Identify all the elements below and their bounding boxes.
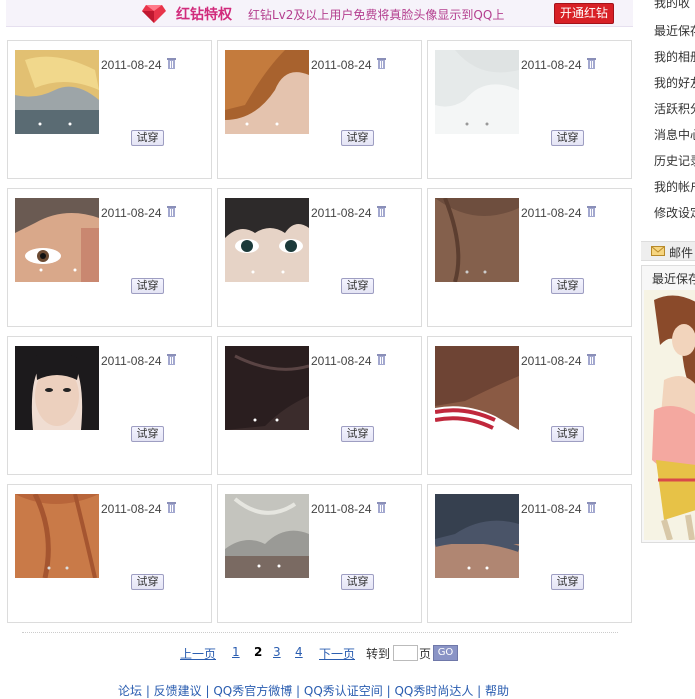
trash-icon[interactable] — [376, 353, 387, 365]
trash-icon[interactable] — [376, 501, 387, 513]
trash-icon[interactable] — [166, 205, 177, 217]
try-on-button[interactable]: 试穿 — [551, 426, 584, 442]
banner-title: 红钻特权 — [176, 7, 232, 23]
try-on-button[interactable]: 试穿 — [341, 130, 374, 146]
trash-icon[interactable] — [586, 57, 597, 69]
red-diamond-banner: 红钻特权 红钻Lv2及以上用户免费将真脸头像显示到QQ上 开通红钻 — [6, 0, 633, 27]
trash-icon[interactable] — [166, 501, 177, 513]
save-date: 2011-08-24 — [101, 58, 162, 72]
avatar-card: 2011-08-24 试穿 — [7, 188, 212, 327]
avatar-card: 2011-08-24 试穿 — [427, 188, 632, 327]
save-date: 2011-08-24 — [101, 354, 162, 368]
trash-icon[interactable] — [586, 353, 597, 365]
try-on-button[interactable]: 试穿 — [551, 130, 584, 146]
trash-icon[interactable] — [586, 205, 597, 217]
divider — [22, 632, 618, 633]
page-link-3[interactable]: 3 — [273, 645, 281, 659]
try-on-button[interactable]: 试穿 — [551, 574, 584, 590]
page-link-1[interactable]: 1 — [232, 645, 240, 659]
avatar-card: 2011-08-24 试穿 — [427, 484, 632, 623]
page-unit-label: 页 — [419, 647, 432, 661]
trash-icon[interactable] — [586, 501, 597, 513]
save-date: 2011-08-24 — [521, 502, 582, 516]
sidebar-link-settings[interactable]: 修改设定 — [654, 204, 695, 221]
sidebar-link-recent[interactable]: 最近保存 — [654, 22, 695, 39]
avatar-thumbnail[interactable] — [225, 346, 309, 430]
avatar-card: 2011-08-24 试穿 — [217, 336, 422, 475]
save-date: 2011-08-24 — [311, 58, 372, 72]
save-date: 2011-08-24 — [101, 206, 162, 220]
avatar-card: 2011-08-24 试穿 — [427, 336, 632, 475]
try-on-button[interactable]: 试穿 — [131, 130, 164, 146]
sidebar-link-friends[interactable]: 我的好友 — [654, 74, 695, 91]
avatar-card: 2011-08-24 试穿 — [7, 484, 212, 623]
open-red-diamond-button[interactable]: 开通红钻 — [554, 3, 614, 24]
avatar-card: 2011-08-24 试穿 — [217, 484, 422, 623]
try-on-button[interactable]: 试穿 — [341, 278, 374, 294]
trash-icon[interactable] — [376, 205, 387, 217]
avatar-thumbnail[interactable] — [435, 346, 519, 430]
banner-description: 红钻Lv2及以上用户免费将真脸头像显示到QQ上 — [248, 8, 505, 22]
recent-saved-label: 最近保存 — [652, 272, 695, 286]
avatar-preview-image — [644, 290, 695, 540]
trash-icon[interactable] — [166, 353, 177, 365]
go-button[interactable]: GO — [433, 645, 458, 661]
trash-icon[interactable] — [166, 57, 177, 69]
sidebar-link-favorites[interactable]: 我的收 — [654, 0, 690, 11]
sidebar-link-messages[interactable]: 消息中心 — [654, 126, 695, 143]
avatar-thumbnail[interactable] — [225, 494, 309, 578]
save-date: 2011-08-24 — [101, 502, 162, 516]
avatar-thumbnail[interactable] — [435, 494, 519, 578]
current-page: 2 — [254, 645, 263, 659]
avatar-card: 2011-08-24 试穿 — [217, 188, 422, 327]
save-date: 2011-08-24 — [311, 206, 372, 220]
avatar-thumbnail[interactable] — [225, 50, 309, 134]
try-on-button[interactable]: 试穿 — [131, 278, 164, 294]
avatar-card: 2011-08-24 试穿 — [217, 40, 422, 179]
sidebar-link-album[interactable]: 我的相册 — [654, 48, 695, 65]
footer-links[interactable]: 论坛 | 反馈建议 | QQ秀官方微博 | QQ秀认证空间 | QQ秀时尚达人 … — [118, 682, 509, 699]
right-sidebar: 我的收 最近保存 我的相册 我的好友 活跃积分 消息中心 历史记录 我的帐户 修… — [641, 0, 695, 689]
try-on-button[interactable]: 试穿 — [131, 426, 164, 442]
avatar-thumbnail[interactable] — [15, 198, 99, 282]
save-date: 2011-08-24 — [521, 354, 582, 368]
goto-label: 转到 — [366, 647, 391, 661]
avatar-card: 2011-08-24 试穿 — [427, 40, 632, 179]
mail-icon — [651, 246, 665, 256]
avatar-thumbnail[interactable] — [225, 198, 309, 282]
avatar-card: 2011-08-24 试穿 — [7, 336, 212, 475]
sidebar-link-history[interactable]: 历史记录 — [654, 152, 695, 169]
avatar-thumbnail[interactable] — [15, 494, 99, 578]
avatar-thumbnail[interactable] — [15, 50, 99, 134]
page-link-4[interactable]: 4 — [295, 645, 303, 659]
try-on-button[interactable]: 试穿 — [341, 574, 374, 590]
sidebar-link-account[interactable]: 我的帐户 — [654, 178, 695, 195]
page-number-input[interactable] — [393, 645, 418, 661]
avatar-thumbnail[interactable] — [15, 346, 99, 430]
save-date: 2011-08-24 — [521, 58, 582, 72]
try-on-button[interactable]: 试穿 — [341, 426, 374, 442]
save-date: 2011-08-24 — [311, 354, 372, 368]
avatar-thumbnail[interactable] — [435, 198, 519, 282]
save-date: 2011-08-24 — [311, 502, 372, 516]
try-on-button[interactable]: 试穿 — [131, 574, 164, 590]
mail-label: 邮件 — [669, 246, 694, 260]
sidebar-link-points[interactable]: 活跃积分 — [654, 100, 695, 117]
diamond-icon — [142, 5, 166, 23]
mail-bar[interactable]: 邮件 — [641, 241, 695, 261]
avatar-thumbnail[interactable] — [435, 50, 519, 134]
avatar-card: 2011-08-24 试穿 — [7, 40, 212, 179]
prev-page-link[interactable]: 上一页 — [180, 645, 216, 662]
next-page-link[interactable]: 下一页 — [319, 645, 355, 662]
trash-icon[interactable] — [376, 57, 387, 69]
recent-saved-panel: 最近保存 — [641, 265, 695, 543]
try-on-button[interactable]: 试穿 — [551, 278, 584, 294]
save-date: 2011-08-24 — [521, 206, 582, 220]
